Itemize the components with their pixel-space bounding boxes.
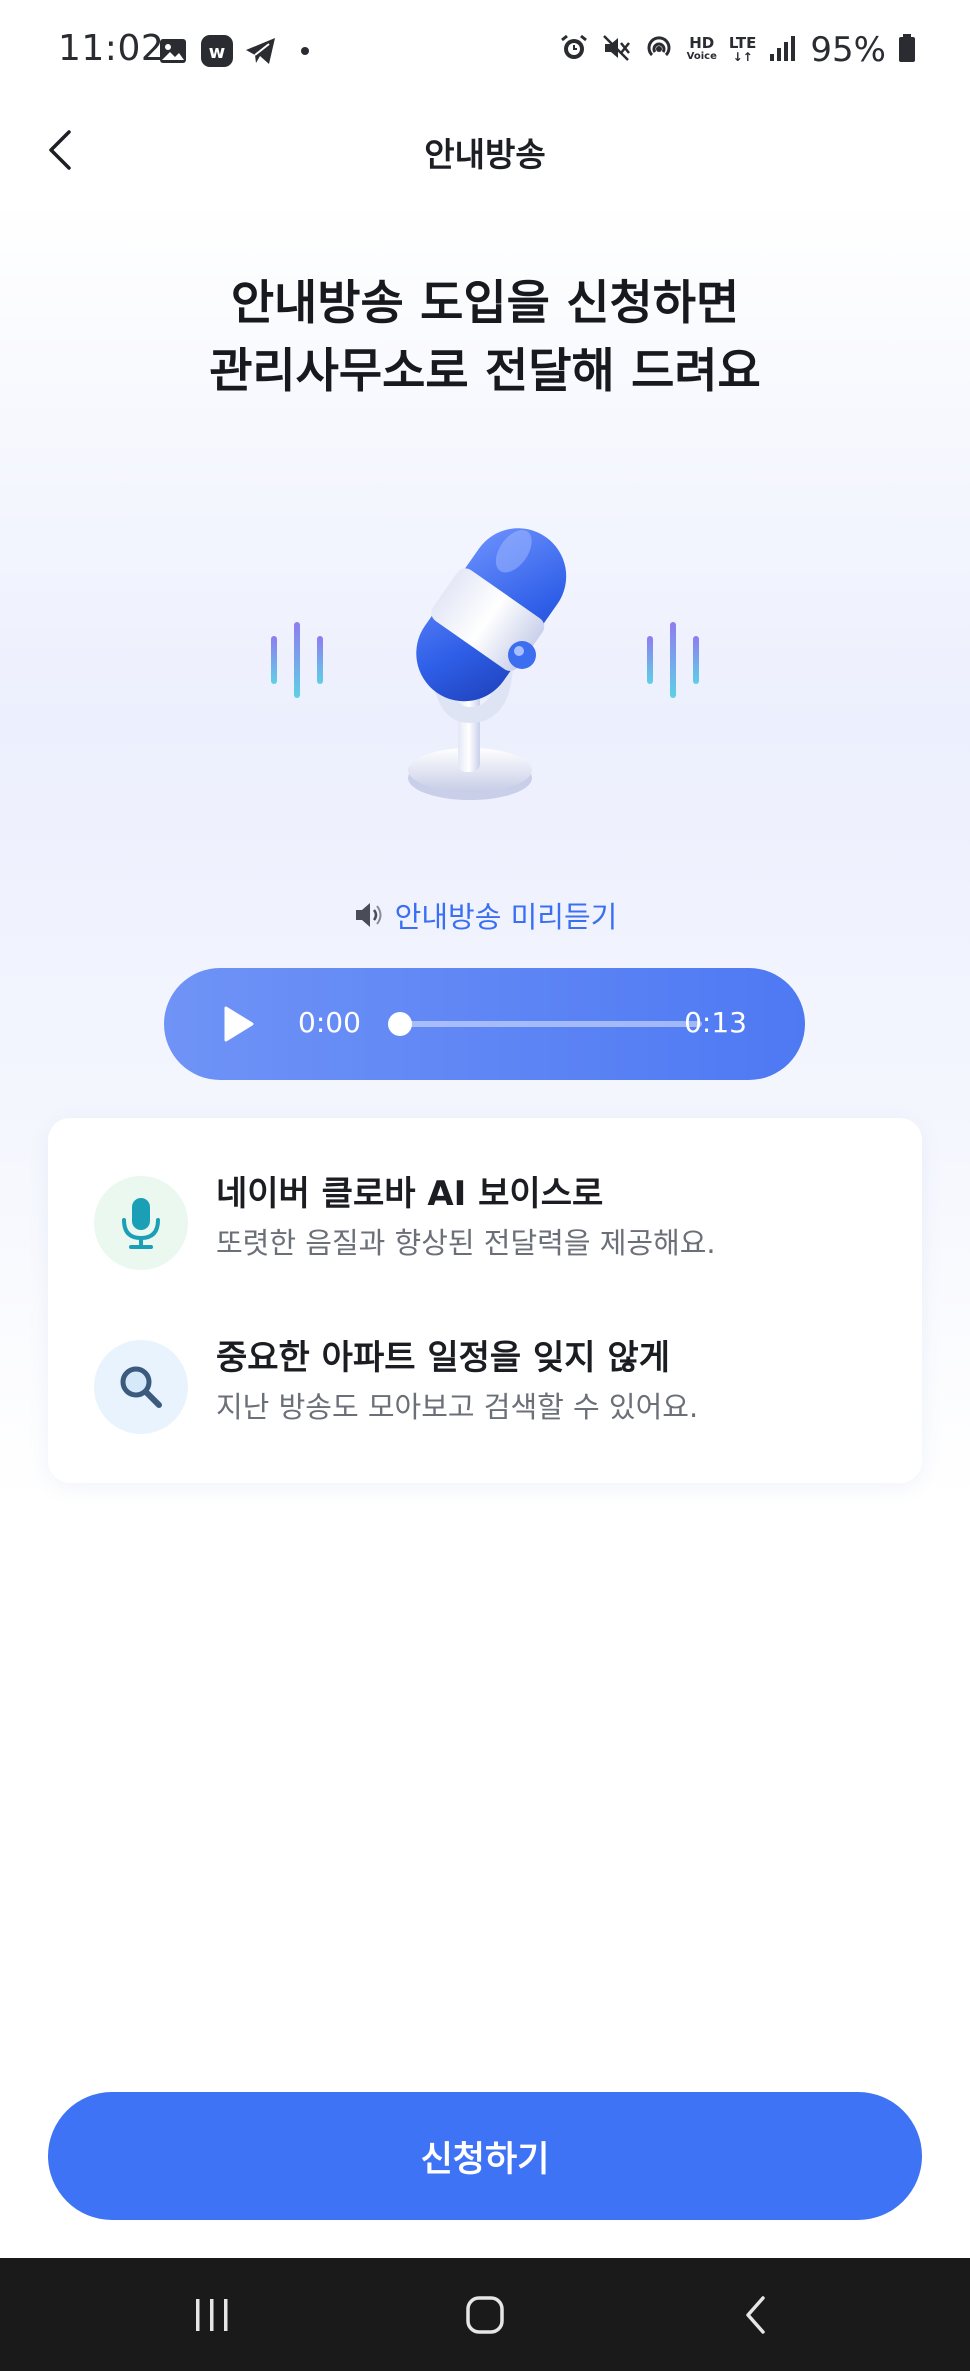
- headline-line-1: 안내방송 도입을 신청하면: [230, 276, 740, 331]
- lte-icon: LTE ↓↑: [728, 34, 757, 65]
- feature-title: 중요한 아파트 일정을 잊지 않게: [216, 1338, 670, 1378]
- mute-icon: [601, 33, 631, 67]
- feature-description: 지난 방송도 모아보고 검색할 수 있어요.: [216, 1390, 699, 1424]
- svg-text:w: w: [209, 42, 226, 63]
- audio-player: 0:00 0:13: [164, 968, 805, 1080]
- dot-icon: [288, 34, 322, 68]
- current-time: 0:00: [298, 1006, 361, 1039]
- voice-label: Voice: [686, 51, 717, 62]
- feature-card: 네이버 클로바 AI 보이스로 또렷한 음질과 향상된 전달력을 제공해요. 중…: [48, 1118, 922, 1483]
- signal-icon: [768, 34, 798, 66]
- nav-back-button[interactable]: [696, 2258, 816, 2371]
- app-header: 안내방송: [0, 104, 970, 196]
- sound-wave-right-icon: [647, 622, 699, 698]
- recent-apps-icon: [196, 2298, 228, 2331]
- preview-link[interactable]: 안내방송 미리듣기: [0, 894, 970, 936]
- alarm-icon: [559, 33, 589, 67]
- speaker-icon: [355, 903, 382, 927]
- play-button[interactable]: [216, 1002, 260, 1046]
- feature-icon-bg: [94, 1176, 188, 1270]
- hd-label: HD: [689, 34, 715, 52]
- home-button[interactable]: [425, 2258, 545, 2371]
- preview-label: 안내방송 미리듣기: [394, 900, 618, 934]
- total-time: 0:13: [684, 1006, 747, 1039]
- battery-icon: [898, 33, 916, 67]
- w-app-icon: w: [200, 34, 234, 68]
- home-icon: [466, 2295, 504, 2334]
- system-status: HD Voice LTE ↓↑ 95%: [559, 30, 916, 70]
- feature-icon-bg: [94, 1340, 188, 1434]
- apply-button[interactable]: 신청하기: [48, 2092, 922, 2220]
- progress-thumb[interactable]: [388, 1012, 412, 1036]
- system-nav-bar: [0, 2258, 970, 2371]
- lte-arrows-icon: ↓↑: [732, 50, 753, 64]
- sound-wave-left-icon: [271, 622, 323, 698]
- feature-item-schedule-search: 중요한 아파트 일정을 잊지 않게 지난 방송도 모아보고 검색할 수 있어요.: [48, 1330, 922, 1460]
- feature-description: 또렷한 음질과 향상된 전달력을 제공해요.: [216, 1226, 716, 1260]
- hotspot-icon: [643, 32, 675, 68]
- battery-percent: 95%: [810, 30, 886, 70]
- telegram-icon: [244, 34, 278, 68]
- notification-icons: w: [156, 34, 322, 68]
- hd-voice-icon: HD Voice: [687, 36, 717, 64]
- microphone-illustration: [250, 490, 720, 830]
- play-icon: [224, 1006, 254, 1042]
- headline: 안내방송 도입을 신청하면 관리사무소로 전달해 드려요: [0, 270, 970, 406]
- search-icon: [120, 1366, 162, 1408]
- gallery-icon: [156, 34, 190, 68]
- back-icon: [746, 2295, 765, 2334]
- microphone-3d-icon: [408, 528, 567, 800]
- status-time: 11:02: [58, 28, 165, 69]
- microphone-icon: [122, 1198, 160, 1249]
- feature-item-clova-voice: 네이버 클로바 AI 보이스로 또렷한 음질과 향상된 전달력을 제공해요.: [48, 1166, 922, 1296]
- page-title: 안내방송: [424, 135, 546, 174]
- feature-title: 네이버 클로바 AI 보이스로: [216, 1174, 604, 1214]
- recent-apps-button[interactable]: [152, 2258, 272, 2371]
- progress-bar[interactable]: [400, 1021, 702, 1027]
- status-bar: 11:02 w HD Voice LTE ↓↑ 95%: [0, 0, 970, 104]
- headline-line-2: 관리사무소로 전달해 드려요: [209, 344, 761, 399]
- lte-label: LTE: [728, 34, 757, 52]
